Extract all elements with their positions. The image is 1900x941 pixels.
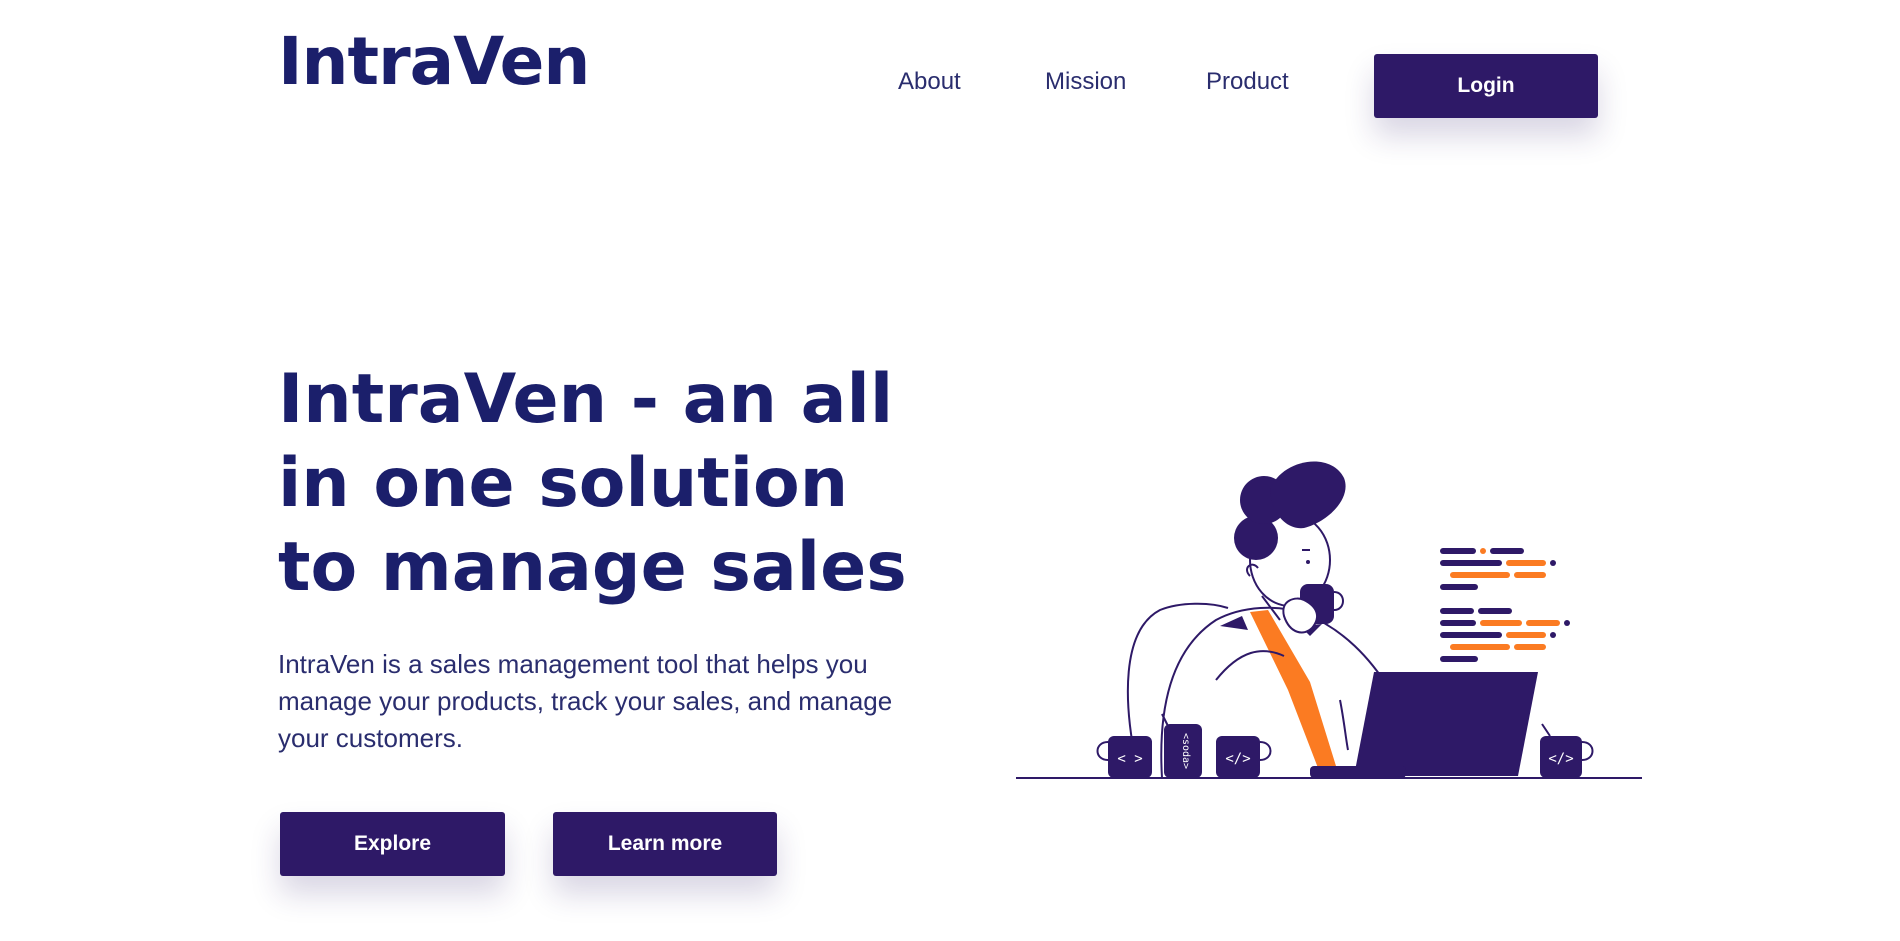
hero-title: IntraVen - an all in one solution to man…: [278, 360, 907, 607]
eye: [1306, 560, 1310, 564]
hair-top: [1270, 461, 1346, 529]
logo[interactable]: IntraVen: [278, 24, 590, 100]
login-button[interactable]: Login: [1374, 54, 1598, 118]
mug-right: </>: [1540, 723, 1594, 778]
developer-illustration: < > <soda> </> </>: [1016, 461, 1642, 779]
soda-can-label: <soda>: [1180, 733, 1191, 769]
mug-left: < >: [1096, 736, 1152, 778]
code-snippet-bottom: [1440, 608, 1570, 662]
laptop-base: [1310, 766, 1406, 778]
mug-middle-label: </>: [1225, 751, 1250, 767]
mug-right-label: </>: [1548, 751, 1573, 767]
hero-description: IntraVen is a sales management tool that…: [278, 649, 893, 753]
laptop-screen: [1354, 672, 1538, 776]
mug-left-label: < >: [1117, 751, 1142, 767]
held-cup-handle: [1333, 591, 1344, 611]
nav-link-about[interactable]: About: [898, 68, 961, 96]
nav-link-mission[interactable]: Mission: [1045, 68, 1126, 96]
nav-link-product[interactable]: Product: [1206, 68, 1289, 96]
explore-button[interactable]: Explore: [280, 812, 505, 876]
learn-more-button[interactable]: Learn more: [553, 812, 777, 876]
code-snippet-top: [1440, 548, 1556, 590]
